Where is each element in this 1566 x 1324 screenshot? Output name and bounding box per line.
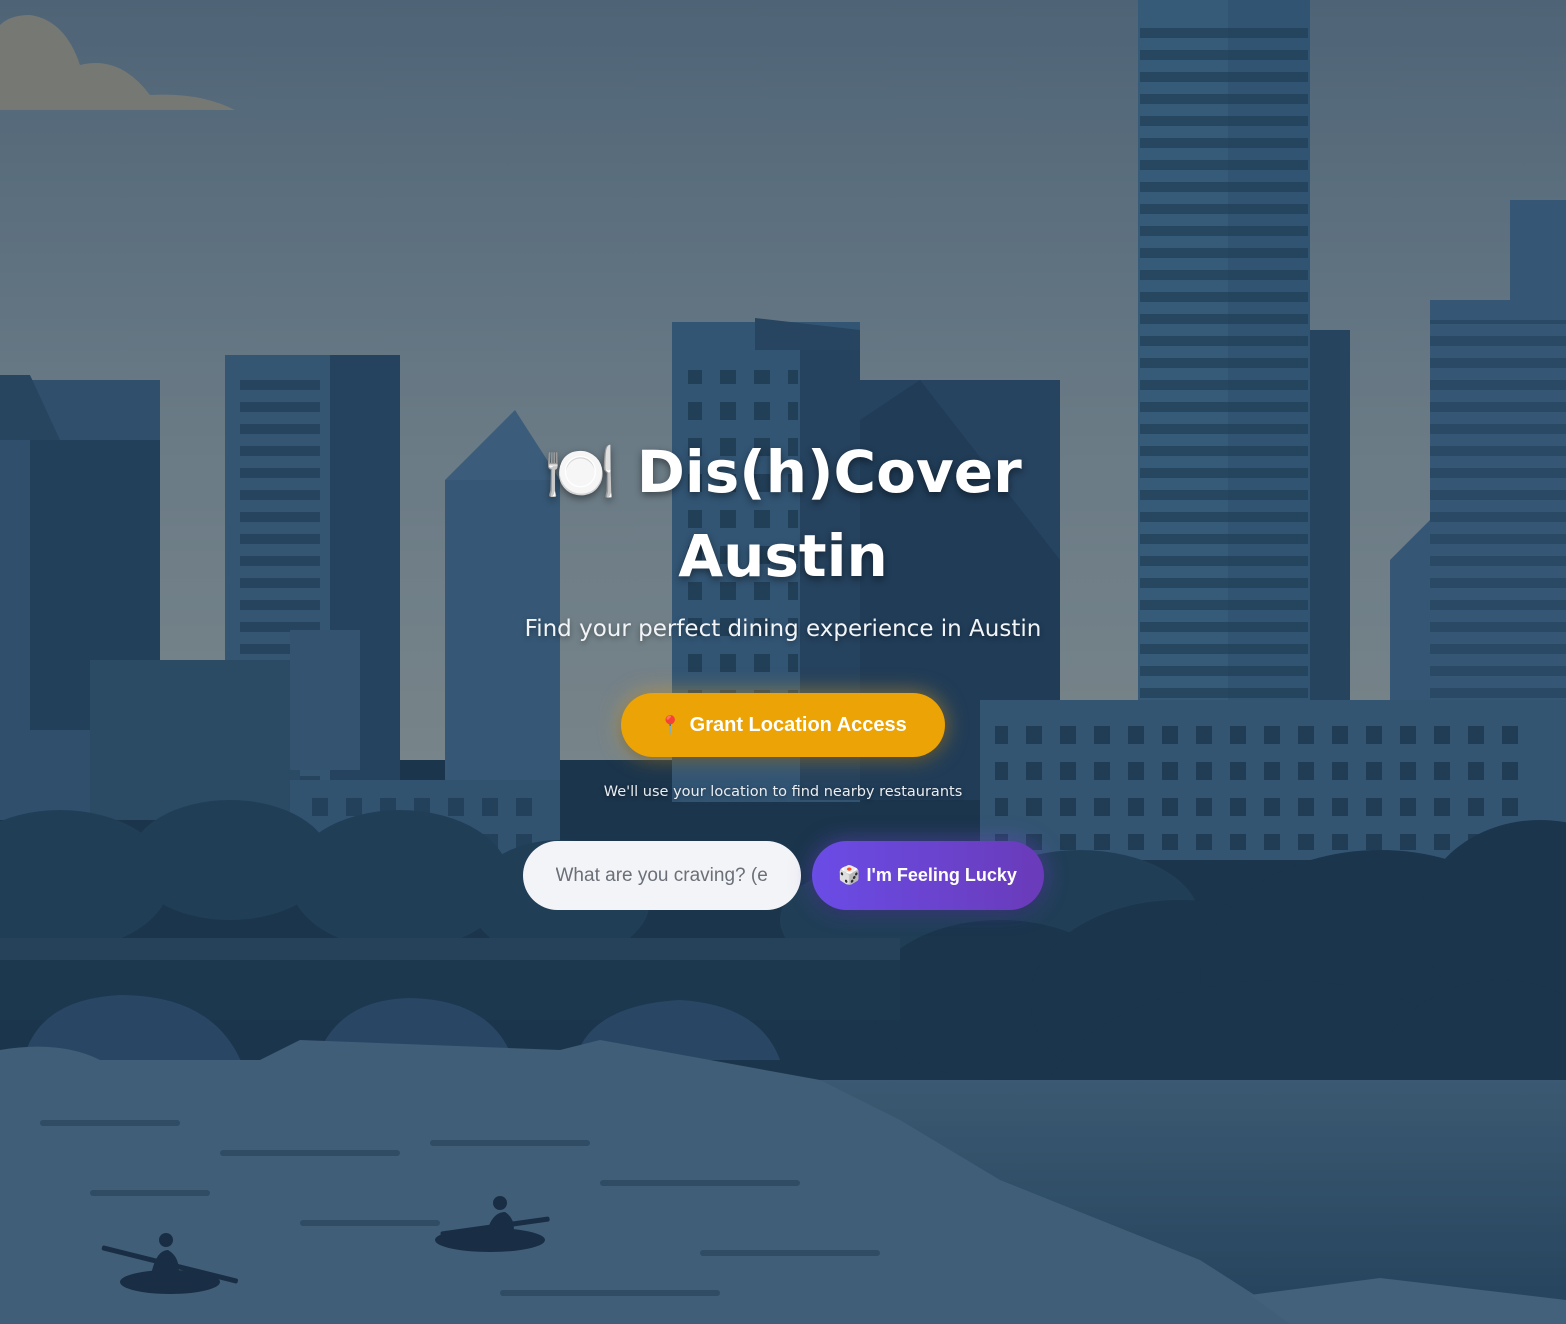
page-subtitle: Find your perfect dining experience in A… (524, 616, 1042, 642)
page-title: 🍽️ Dis(h)Cover Austin (503, 430, 1063, 598)
dice-icon: 🎲 (838, 865, 861, 885)
craving-search-input[interactable] (522, 841, 801, 910)
title-line-2: Austin (678, 522, 888, 590)
grant-location-button[interactable]: 📍 Grant Location Access (621, 693, 945, 757)
plate-cutlery-icon: 🍽️ (544, 438, 617, 506)
title-line-1: Dis(h)Cover (636, 438, 1022, 506)
search-row: 🎲 I'm Feeling Lucky (522, 841, 1044, 910)
feeling-lucky-label: I'm Feeling Lucky (866, 865, 1017, 885)
hero-section: 🍽️ Dis(h)Cover Austin Find your perfect … (0, 430, 1566, 910)
feeling-lucky-button[interactable]: 🎲 I'm Feeling Lucky (811, 841, 1044, 910)
map-pin-icon: 📍 (659, 714, 682, 735)
grant-location-label: Grant Location Access (689, 713, 907, 736)
location-helper-text: We'll use your location to find nearby r… (603, 784, 963, 800)
